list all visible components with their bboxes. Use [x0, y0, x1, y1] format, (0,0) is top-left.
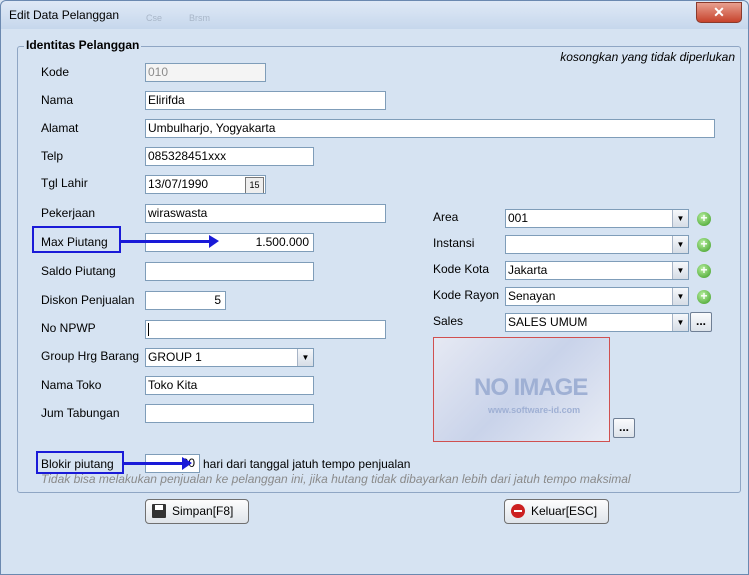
text-caret	[148, 323, 149, 337]
pekerjaan-input[interactable]: wiraswasta	[145, 204, 386, 223]
exit-icon	[511, 504, 525, 518]
close-button[interactable]: ✕	[696, 2, 742, 23]
calendar-icon[interactable]: 15	[245, 177, 264, 193]
nama-toko-input[interactable]: Toko Kita	[145, 376, 314, 395]
form-client: Identitas Pelanggan kosongkan yang tidak…	[8, 30, 741, 567]
chevron-down-icon[interactable]: ▼	[672, 262, 688, 279]
kode-rayon-value: Senayan	[508, 289, 556, 303]
area-value: 001	[508, 211, 529, 225]
exit-label: Keluar[ESC]	[531, 504, 598, 518]
photo-browse-button[interactable]: ...	[613, 418, 635, 438]
group-title: Identitas Pelanggan	[24, 38, 142, 52]
exit-button[interactable]: Keluar[ESC]	[504, 499, 609, 524]
add-area-icon[interactable]: +	[697, 212, 711, 226]
sales-select[interactable]: SALES UMUM ▼	[505, 313, 689, 332]
instansi-label: Instansi	[433, 236, 475, 250]
chevron-down-icon[interactable]: ▼	[672, 314, 688, 331]
telp-label: Telp	[41, 149, 64, 163]
tgl-lahir-value: 13/07/1990	[148, 177, 209, 191]
save-button[interactable]: Simpan[F8]	[145, 499, 249, 524]
npwp-input[interactable]	[145, 320, 386, 339]
jum-tabungan-label: Jum Tabungan	[41, 406, 120, 420]
ghost-label: Cse	[146, 13, 163, 23]
add-instansi-icon[interactable]: +	[697, 238, 711, 252]
tgl-lahir-input[interactable]: 13/07/1990 15	[145, 175, 266, 194]
alamat-input[interactable]: Umbulharjo, Yogyakarta	[145, 119, 715, 138]
kode-label: Kode	[41, 65, 70, 79]
nama-input[interactable]: Elirifda	[145, 91, 386, 110]
window-title: Edit Data Pelanggan	[9, 8, 120, 22]
kode-kota-label: Kode Kota	[433, 262, 490, 276]
kode-input[interactable]: 010	[145, 63, 266, 82]
save-label: Simpan[F8]	[172, 504, 234, 518]
blokir-note: Tidak bisa melakukan penjualan ke pelang…	[41, 472, 631, 486]
hint-text: kosongkan yang tidak diperlukan	[560, 50, 735, 64]
sales-label: Sales	[433, 314, 464, 328]
nama-toko-label: Nama Toko	[41, 378, 102, 392]
highlight-arrow	[124, 457, 192, 470]
sales-browse-button[interactable]: ...	[690, 312, 712, 332]
chevron-down-icon[interactable]: ▼	[672, 210, 688, 227]
pekerjaan-label: Pekerjaan	[41, 206, 96, 220]
window: Edit Data Pelanggan Cse Brsm ✕ Identitas…	[0, 0, 749, 575]
group-hrg-select[interactable]: GROUP 1 ▼	[145, 348, 314, 367]
add-kota-icon[interactable]: +	[697, 264, 711, 278]
customer-photo: NO IMAGE www.software-id.com	[433, 337, 610, 442]
no-image-text: NO IMAGE	[474, 374, 588, 401]
jum-tabungan-input[interactable]	[145, 404, 314, 423]
saldo-piutang-input[interactable]	[145, 262, 314, 281]
nama-label: Nama	[41, 93, 74, 107]
group-hrg-label: Group Hrg Barang	[41, 349, 140, 363]
title-bar: Edit Data Pelanggan Cse Brsm ✕	[1, 1, 748, 29]
telp-input[interactable]: 085328451xxx	[145, 147, 314, 166]
alamat-label: Alamat	[41, 121, 79, 135]
save-icon	[152, 504, 166, 518]
area-select[interactable]: 001 ▼	[505, 209, 689, 228]
highlight-arrow	[121, 235, 219, 248]
diskon-input[interactable]: 5	[145, 291, 226, 310]
instansi-select[interactable]: ▼	[505, 235, 689, 254]
no-image-url: www.software-id.com	[488, 405, 581, 415]
kode-rayon-select[interactable]: Senayan ▼	[505, 287, 689, 306]
group-hrg-value: GROUP 1	[148, 350, 202, 364]
ghost-label: Brsm	[189, 13, 210, 23]
kode-kota-select[interactable]: Jakarta ▼	[505, 261, 689, 280]
max-piutang-highlight	[32, 226, 121, 253]
blokir-highlight	[36, 451, 124, 474]
kode-kota-value: Jakarta	[508, 263, 548, 277]
chevron-down-icon[interactable]: ▼	[672, 288, 688, 305]
blokir-suffix: hari dari tanggal jatuh tempo penjualan	[203, 457, 411, 471]
kode-rayon-label: Kode Rayon	[433, 288, 500, 302]
diskon-label: Diskon Penjualan	[41, 293, 135, 307]
saldo-piutang-label: Saldo Piutang	[41, 264, 116, 278]
area-label: Area	[433, 210, 459, 224]
npwp-label: No NPWP	[41, 321, 96, 335]
sales-value: SALES UMUM	[508, 315, 588, 329]
chevron-down-icon[interactable]: ▼	[297, 349, 313, 366]
tgl-lahir-label: Tgl Lahir	[41, 176, 88, 190]
add-rayon-icon[interactable]: +	[697, 290, 711, 304]
chevron-down-icon[interactable]: ▼	[672, 236, 688, 253]
